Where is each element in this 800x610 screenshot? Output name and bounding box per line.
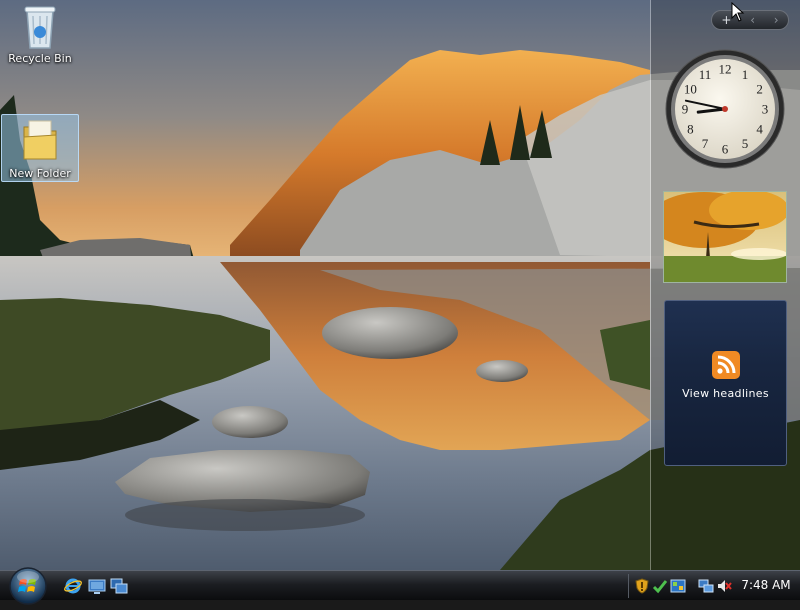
tray-separator <box>628 574 629 598</box>
desktop-icon-new-folder[interactable]: New Folder <box>1 114 79 182</box>
recycle-bin-label: Recycle Bin <box>8 52 72 65</box>
desktop-icon-recycle-bin[interactable]: Recycle Bin <box>1 2 79 65</box>
slideshow-gadget[interactable] <box>663 191 787 283</box>
clock-numeral: 9 <box>682 102 689 117</box>
mouse-cursor-icon <box>731 1 745 22</box>
clock-numeral: 5 <box>742 136 749 151</box>
rss-feed-icon <box>711 351 740 379</box>
windows-defender-icon[interactable] <box>634 578 650 594</box>
folder-icon <box>18 117 62 165</box>
clock-numeral: 8 <box>687 122 694 137</box>
clock-gadget[interactable]: 1 2 3 4 5 6 7 8 9 10 11 12 <box>664 48 786 170</box>
view-headlines-link[interactable]: View headlines <box>665 387 786 400</box>
slideshow-image <box>664 192 786 282</box>
new-folder-label: New Folder <box>9 167 71 180</box>
internet-explorer-icon[interactable] <box>64 577 82 595</box>
security-center-icon[interactable] <box>652 578 668 594</box>
network-alt-icon[interactable] <box>670 578 686 594</box>
clock-numeral: 7 <box>702 136 709 151</box>
add-gadget-button[interactable]: + <box>721 13 731 27</box>
network-icon[interactable] <box>698 578 714 594</box>
clock-numeral: 11 <box>699 67 712 82</box>
taskbar-clock[interactable]: 7:48 AM <box>738 578 794 592</box>
clock-numeral: 12 <box>719 62 732 77</box>
recycle-bin-icon <box>18 2 62 50</box>
clock-numeral: 4 <box>756 122 763 137</box>
taskbar: 7:48 AM <box>0 567 800 605</box>
show-desktop-icon[interactable] <box>88 577 106 595</box>
sidebar-divider <box>650 0 651 570</box>
clock-numeral: 10 <box>684 82 697 97</box>
clock-numeral: 1 <box>742 67 749 82</box>
switch-windows-icon[interactable] <box>110 577 128 595</box>
volume-muted-icon[interactable] <box>716 578 732 594</box>
clock-numeral: 3 <box>762 102 769 117</box>
feed-headlines-gadget[interactable]: View headlines <box>664 300 787 466</box>
sidebar-gadget-controls: + ‹ › <box>711 10 789 30</box>
next-gadgets-button[interactable]: › <box>774 13 779 27</box>
previous-gadgets-button[interactable]: ‹ <box>750 13 755 27</box>
start-button[interactable] <box>8 566 48 606</box>
clock-numeral: 6 <box>722 142 729 157</box>
clock-numeral: 2 <box>756 82 763 97</box>
windows-orb-icon <box>9 567 47 605</box>
